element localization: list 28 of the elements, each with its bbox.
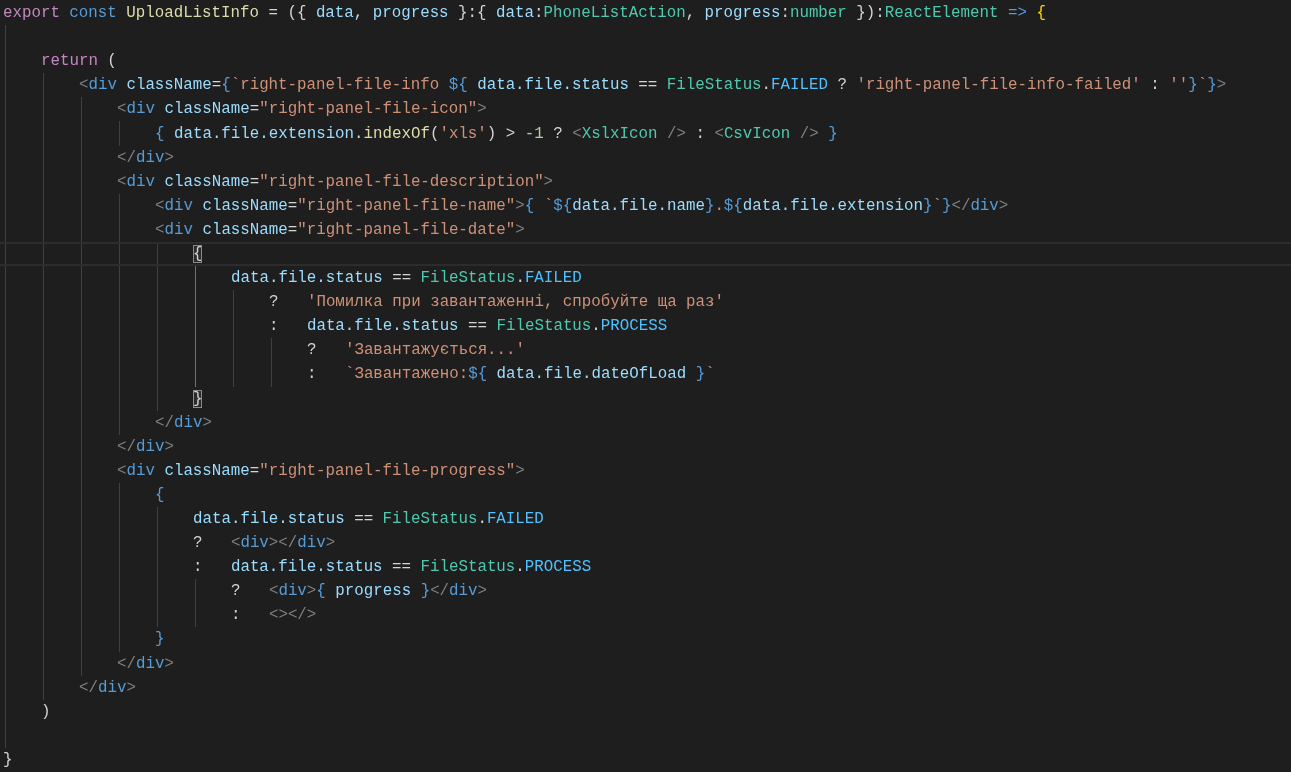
code-line: </div>: [117, 653, 174, 674]
code-line: }: [155, 629, 165, 650]
code-line: : <></>: [231, 605, 317, 626]
code-line: <div className={`right-panel-file-info ${ data.file.status == FileStatus.FAILED ? 'right-panel-file-info-failed' : ''}`}>: [79, 75, 1227, 96]
code-line: </div>: [117, 436, 174, 457]
code-line: data.file.status == FileStatus.FAILED: [231, 268, 582, 289]
code-line: data.file.status == FileStatus.FAILED: [193, 509, 544, 529]
code-line: ? <div>{ progress }</div>: [231, 581, 488, 602]
code-line: ? <div></div>: [193, 533, 336, 554]
code-line: ? 'Завантажується...': [307, 340, 526, 361]
code-line: <div className="right-panel-file-progress">: [117, 460, 525, 481]
code-line: return (: [41, 51, 117, 72]
code-line: { data.file.extension.indexOf('xls') > -1 ? <XslxIcon /> : <CsvIcon /> }: [155, 123, 838, 144]
code-line: }: [3, 749, 13, 770]
code-line: ? 'Помилка при завантаженні, спробуйте ща раз': [269, 292, 725, 313]
code-line: : data.file.status == FileStatus.PROCESS: [193, 557, 592, 578]
code-line: : `Завантажено:${ data.file.dateOfLoad }`: [307, 364, 715, 385]
code-line: export const UploadListInfo = ({ data, progress }:{ data:PhoneListAction, progress:number }):ReactElement => {: [3, 3, 1046, 24]
code-line: : data.file.status == FileStatus.PROCESS: [269, 316, 668, 337]
code-line: <div className="right-panel-file-icon">: [117, 99, 487, 120]
code-line: </div>: [117, 147, 174, 168]
code-line: <div className="right-panel-file-description">: [117, 171, 554, 192]
code-line: <div className="right-panel-file-date">: [155, 219, 525, 240]
code-line: <div className="right-panel-file-name">{ `${data.file.name}.${data.file.extension}`}</div>: [155, 195, 1009, 216]
code-line: {: [155, 484, 165, 505]
code-line: ): [41, 701, 51, 722]
code-line: </div>: [79, 677, 136, 698]
code-line: </div>: [155, 412, 212, 433]
